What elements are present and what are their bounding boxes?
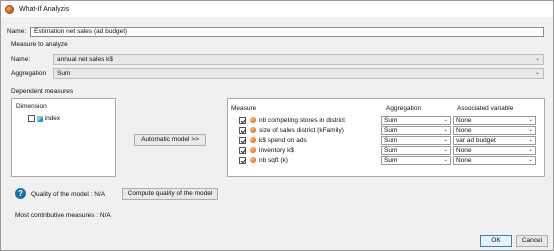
title-bar: What-If Analyzis <box>1 1 553 17</box>
measure-row: nb sqft (k) Sum ⌄ None ⌄ <box>228 156 544 166</box>
measure-checkbox[interactable] <box>239 127 246 134</box>
aggregation-select[interactable]: Sum ⌄ <box>53 68 544 79</box>
row-variable-value: var ad budget <box>456 137 496 144</box>
measure-label: nb competing stores in district <box>259 117 345 124</box>
row-variable-value: None <box>456 157 472 164</box>
aggregation-label: Aggregation <box>11 70 47 77</box>
row-variable-value: None <box>456 127 472 134</box>
measure-dot-icon <box>250 117 256 124</box>
measure-label: nb sqft (k) <box>259 157 288 164</box>
measure-row: nb competing stores in district Sum ⌄ Non… <box>228 116 544 126</box>
chevron-down-icon: ⌄ <box>443 117 448 123</box>
measures-panel: Measure Aggregation Associated variable … <box>227 98 545 177</box>
row-aggregation-select[interactable]: Sum ⌄ <box>381 146 451 155</box>
automatic-model-button[interactable]: Automatic model >> <box>134 134 206 146</box>
chevron-down-icon: ⌄ <box>443 127 448 133</box>
measure-name-label: Name: <box>11 56 31 63</box>
measure-checkbox[interactable] <box>239 117 246 124</box>
what-if-app-icon <box>5 4 14 14</box>
what-if-dialog: What-If Analyzis Name: Estimation net sa… <box>0 0 554 251</box>
measure-dot-icon <box>250 137 256 144</box>
dimension-checkbox[interactable] <box>28 115 35 122</box>
row-variable-select[interactable]: None ⌄ <box>453 156 536 165</box>
name-input[interactable]: Estimation net sales (ad budget) <box>30 27 544 37</box>
chevron-down-icon: ⌄ <box>443 147 448 153</box>
row-aggregation-select[interactable]: Sum ⌄ <box>381 116 451 125</box>
measure-label: inventory k$ <box>259 147 295 154</box>
chevron-down-icon: ⌄ <box>534 56 540 62</box>
window-title: What-If Analyzis <box>19 5 70 13</box>
chevron-down-icon: ⌄ <box>443 137 448 143</box>
dimension-item-label: index <box>44 115 61 123</box>
measure-dot-icon <box>250 147 256 154</box>
chevron-down-icon: ⌄ <box>534 70 540 76</box>
chevron-down-icon: ⌄ <box>528 147 533 153</box>
chevron-down-icon: ⌄ <box>528 137 533 143</box>
measure-name-value: annual net sales k$ <box>57 56 114 63</box>
measure-column-header: Measure <box>231 105 257 112</box>
measure-name-select[interactable]: annual net sales k$ ⌄ <box>53 54 544 65</box>
quality-label: Quality of the model : N/A <box>31 191 106 198</box>
measure-label: size of sales district (kFamily) <box>259 127 344 134</box>
help-icon[interactable]: ? <box>15 188 26 199</box>
row-variable-value: None <box>456 117 472 124</box>
dependent-section-title: Dependent measures <box>11 88 74 95</box>
row-variable-select[interactable]: None ⌄ <box>453 116 536 125</box>
dimension-panel: Dimension index <box>11 98 116 177</box>
row-variable-select[interactable]: None ⌄ <box>453 146 536 155</box>
variable-column-header: Associated variable <box>457 105 514 112</box>
row-aggregation-value: Sum <box>384 157 398 164</box>
chevron-down-icon: ⌄ <box>443 157 448 163</box>
measure-checkbox[interactable] <box>239 147 246 154</box>
row-aggregation-value: Sum <box>384 127 398 134</box>
row-aggregation-value: Sum <box>384 117 398 124</box>
compute-quality-button[interactable]: Compute quality of the model <box>122 188 218 200</box>
measure-checkbox[interactable] <box>239 157 246 164</box>
measure-section-title: Measure to analyze <box>11 41 68 48</box>
measure-row: inventory k$ Sum ⌄ None ⌄ <box>228 146 544 156</box>
row-aggregation-value: Sum <box>384 137 398 144</box>
row-aggregation-select[interactable]: Sum ⌄ <box>381 136 451 145</box>
chevron-down-icon: ⌄ <box>528 117 533 123</box>
measure-dot-icon <box>250 127 256 134</box>
chevron-down-icon: ⌄ <box>528 127 533 133</box>
row-aggregation-select[interactable]: Sum ⌄ <box>381 156 451 165</box>
measure-dot-icon <box>250 157 256 164</box>
chevron-down-icon: ⌄ <box>528 157 533 163</box>
dimension-header: Dimension <box>16 103 47 110</box>
ok-button[interactable]: OK <box>480 235 512 247</box>
row-variable-value: None <box>456 147 472 154</box>
row-aggregation-select[interactable]: Sum ⌄ <box>381 126 451 135</box>
dimension-item[interactable]: index <box>28 115 60 122</box>
aggregation-column-header: Aggregation <box>386 105 422 112</box>
row-variable-select[interactable]: var ad budget ⌄ <box>453 136 536 145</box>
measure-row: k$ spend on ads Sum ⌄ var ad budget ⌄ <box>228 136 544 146</box>
measure-row: size of sales district (kFamily) Sum ⌄ No… <box>228 126 544 136</box>
dimension-cube-icon <box>36 115 43 122</box>
most-contributive-label: Most contributive measures : N/A <box>15 212 111 219</box>
measure-checkbox[interactable] <box>239 137 246 144</box>
row-variable-select[interactable]: None ⌄ <box>453 126 536 135</box>
cancel-button[interactable]: Cancel <box>516 235 548 247</box>
name-label: Name: <box>7 28 27 35</box>
aggregation-value: Sum <box>57 70 71 77</box>
row-aggregation-value: Sum <box>384 147 398 154</box>
measure-label: k$ spend on ads <box>259 137 307 144</box>
